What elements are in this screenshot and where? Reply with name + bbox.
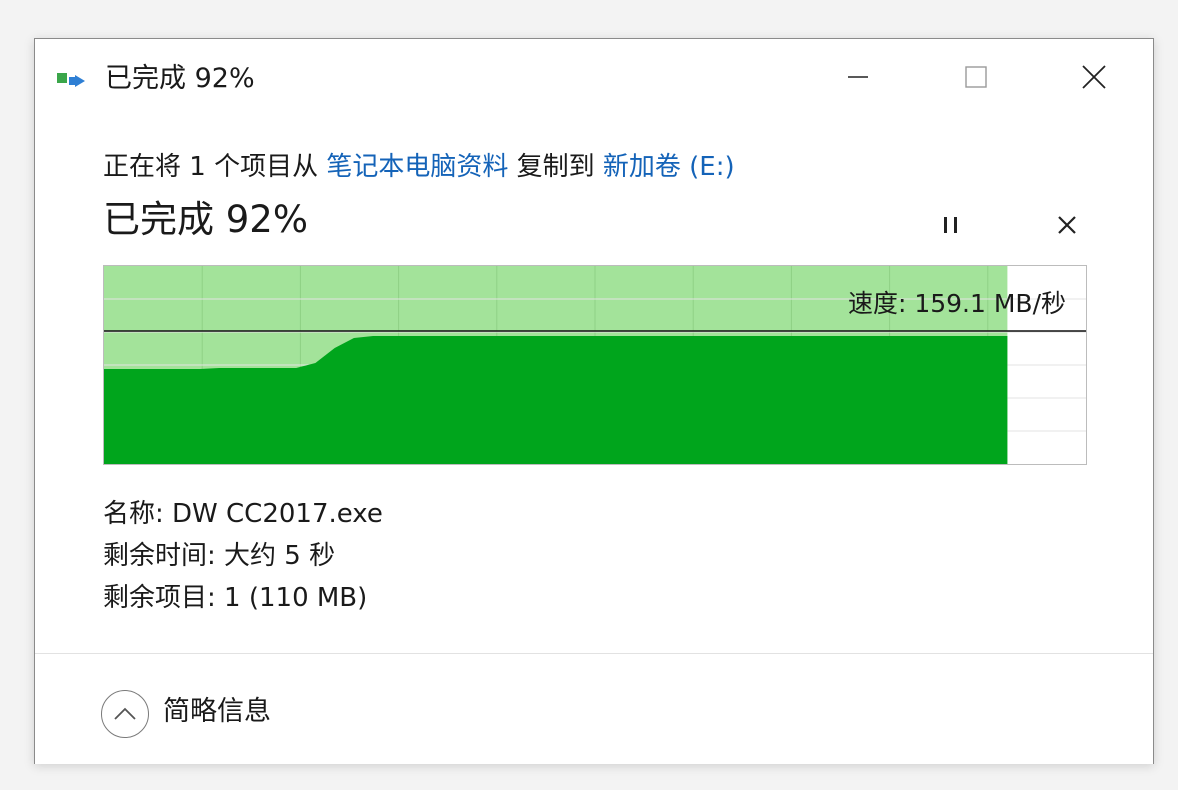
progress-percent-heading: 已完成 92% — [103, 198, 308, 241]
transfer-speed-graph: 速度: 159.1 MB/秒 — [103, 265, 1087, 465]
destination-drive-link[interactable]: 新加卷 (E:) — [603, 152, 735, 182]
close-icon — [1082, 65, 1106, 89]
chevron-up-icon — [114, 707, 136, 720]
title-bar[interactable]: 已完成 92% — [35, 39, 1153, 117]
time-remaining-label: 剩余时间: — [103, 541, 225, 571]
maximize-icon — [965, 66, 987, 88]
items-remaining-value: 1 (110 MB) — [224, 583, 368, 613]
transfer-details: 名称: DW CC2017.exe 剩余时间: 大约 5 秒 剩余项目: 1 (… — [103, 493, 383, 619]
items-remaining-label: 剩余项目: — [103, 583, 225, 613]
minimize-icon — [848, 76, 868, 78]
file-copy-icon — [55, 69, 95, 95]
close-button[interactable] — [1059, 53, 1129, 101]
cancel-icon — [1058, 216, 1076, 234]
collapse-details-button[interactable] — [101, 690, 149, 738]
cancel-copy-button[interactable] — [1045, 203, 1089, 247]
copy-progress-dialog: 已完成 92% 正在将 1 个项目从 笔记本电脑资料 复制到 新加卷 (E:) … — [34, 38, 1154, 764]
speed-readout: 速度: 159.1 MB/秒 — [847, 289, 1066, 318]
maximize-button[interactable] — [941, 53, 1011, 101]
pause-icon — [944, 217, 957, 233]
time-remaining-value: 大约 5 秒 — [224, 541, 336, 571]
source-folder-link[interactable]: 笔记本电脑资料 — [326, 152, 508, 182]
file-name-value: DW CC2017.exe — [172, 499, 383, 529]
items-remaining-row: 剩余项目: 1 (110 MB) — [103, 577, 383, 619]
window-title: 已完成 92% — [105, 63, 255, 94]
file-name-row: 名称: DW CC2017.exe — [103, 493, 383, 535]
copy-description: 正在将 1 个项目从 笔记本电脑资料 复制到 新加卷 (E:) — [103, 147, 735, 187]
copy-prefix-text: 正在将 1 个项目从 — [103, 152, 327, 182]
file-name-label: 名称: — [103, 499, 173, 529]
minimize-button[interactable] — [823, 53, 893, 101]
dialog-footer: 简略信息 — [35, 654, 1153, 764]
pause-button[interactable] — [929, 203, 973, 247]
fewer-details-label[interactable]: 简略信息 — [163, 692, 271, 732]
time-remaining-row: 剩余时间: 大约 5 秒 — [103, 535, 383, 577]
copy-middle-text: 复制到 — [508, 152, 603, 182]
